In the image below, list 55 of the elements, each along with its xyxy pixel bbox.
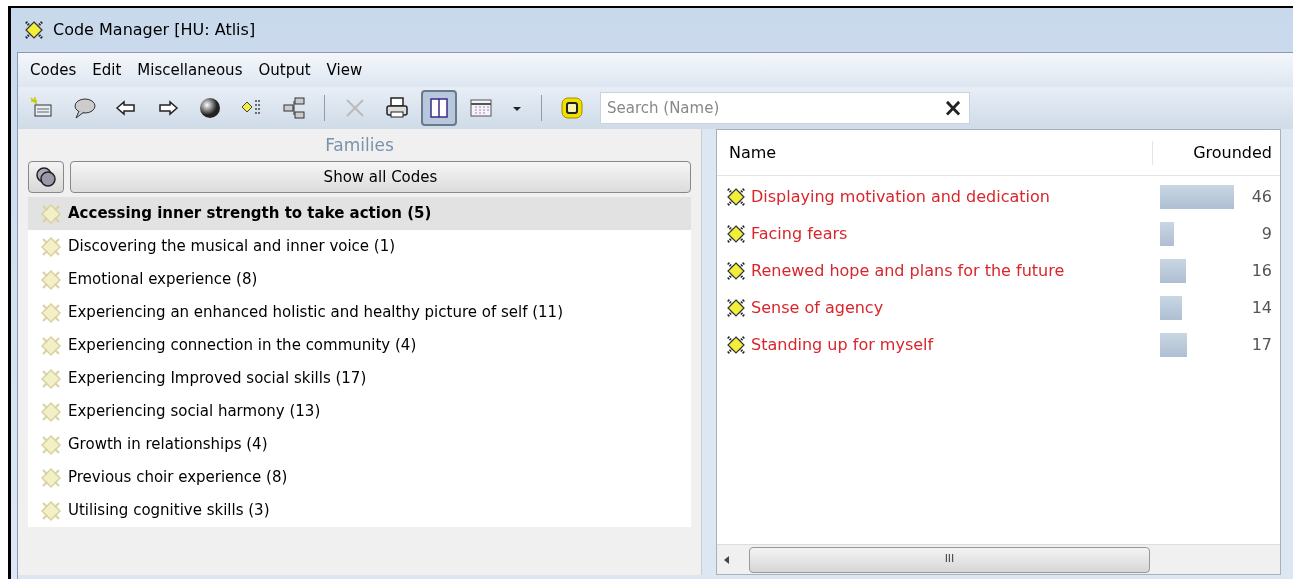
grounded-count: 17 [1250, 333, 1272, 356]
grounded-bar [1160, 295, 1183, 320]
menu-item[interactable]: Output [252, 58, 317, 82]
code-icon [23, 19, 45, 41]
grounded-bar [1160, 332, 1188, 357]
circles-icon [35, 166, 57, 188]
grounded-bar [1160, 258, 1186, 283]
code-name[interactable]: Standing up for myself [751, 332, 934, 357]
family-item[interactable]: Experiencing an enhanced holistic and healthy picture of self (11) [28, 296, 691, 329]
code-icon [725, 222, 747, 245]
clear-button[interactable]: × [942, 96, 963, 120]
menu-item[interactable]: Miscellaneous [131, 58, 249, 82]
code-icon [40, 334, 62, 357]
grounded-count: 16 [1250, 259, 1272, 282]
grounded-bar [1160, 221, 1175, 246]
family-item[interactable]: Experiencing connection in the community (4) [28, 329, 691, 362]
family-item[interactable]: Utilising cognitive skills (3) [28, 494, 691, 527]
menu-item[interactable]: Edit [86, 58, 128, 82]
grounded-count: 9 [1260, 222, 1272, 245]
scrollbar-thumb[interactable]: III [749, 546, 1150, 573]
code-icon [40, 367, 62, 390]
window-title: Code Manager [HU: Atlis] [53, 19, 256, 41]
grounded-count: 46 [1250, 185, 1272, 208]
code-name[interactable]: Facing fears [751, 221, 848, 246]
column-header[interactable]: Name [717, 140, 1152, 165]
family-item[interactable]: Experiencing social harmony (13) [28, 395, 691, 428]
code-icon [40, 301, 62, 324]
family-item[interactable]: Previous choir experience (8) [28, 461, 691, 494]
family-toggle-button[interactable] [28, 161, 64, 193]
family-item[interactable]: Emotional experience (8) [28, 263, 691, 296]
grounded-count: 14 [1250, 296, 1272, 319]
code-icon [40, 400, 62, 423]
column-header[interactable]: Grounded [1152, 140, 1280, 165]
menu-item[interactable]: Codes [24, 58, 83, 82]
code-icon [725, 333, 747, 356]
code-icon [40, 433, 62, 456]
code-icon [40, 499, 62, 522]
code-name[interactable]: Sense of agency [751, 295, 884, 320]
code-icon [40, 235, 62, 258]
code-icon [40, 268, 62, 291]
code-icon [40, 466, 62, 489]
family-item[interactable]: Growth in relationships (4) [28, 428, 691, 461]
code-icon [725, 296, 747, 319]
code-icon [40, 202, 62, 225]
code-name[interactable]: Displaying motivation and dedication [751, 184, 1050, 209]
families-header: Families [324, 134, 395, 157]
code-name[interactable]: Renewed hope and plans for the future [751, 258, 1065, 283]
family-item[interactable]: Discovering the musical and inner voice (1) [28, 230, 691, 263]
menu-item[interactable]: View [320, 58, 369, 82]
family-item[interactable]: Accessing inner strength to take action (5) [28, 197, 691, 230]
show-all-codes-button[interactable]: Show all Codes [70, 161, 691, 193]
family-item[interactable]: Experiencing Improved social skills (17) [28, 362, 691, 395]
code-icon [725, 259, 747, 282]
code-icon [725, 185, 747, 208]
search-field[interactable]: Search (Name) × [600, 92, 970, 124]
